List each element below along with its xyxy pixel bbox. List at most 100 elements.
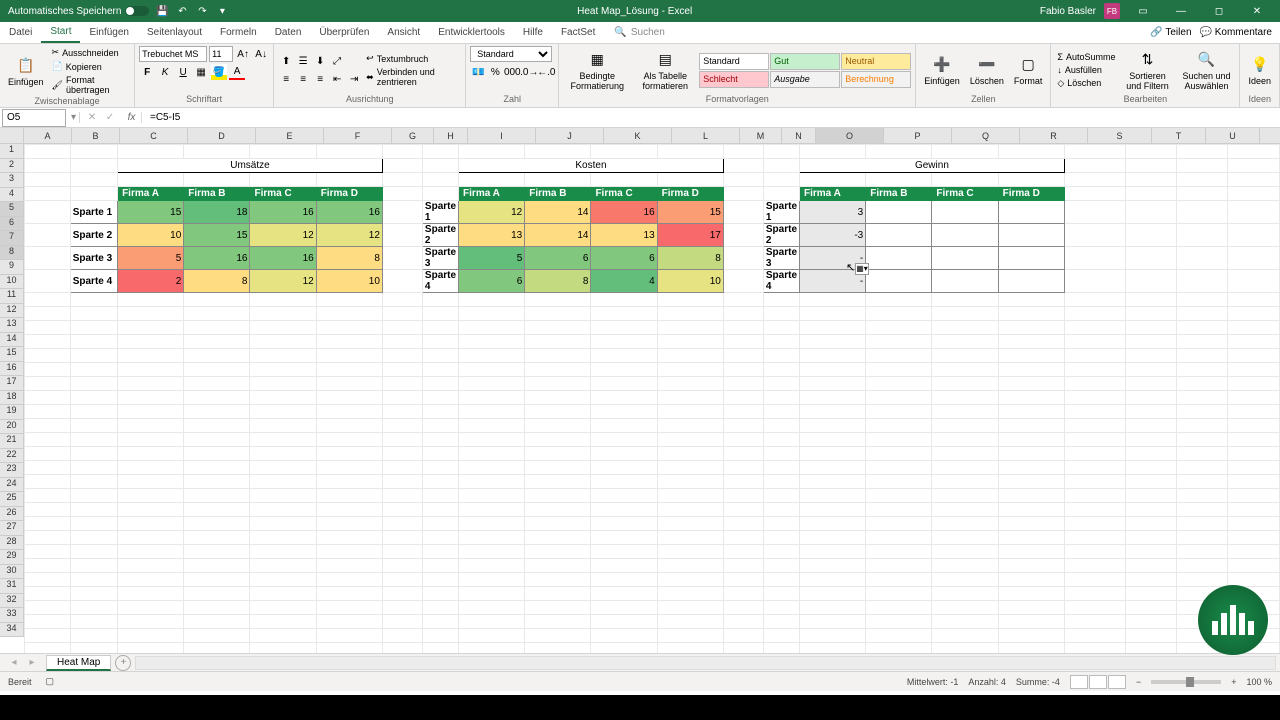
cell-Q12[interactable] (932, 335, 998, 349)
cell-H25[interactable] (422, 517, 458, 531)
cell-H26[interactable] (422, 531, 458, 545)
cell-T34[interactable] (1125, 643, 1176, 654)
cell-V28[interactable] (1228, 559, 1280, 573)
comments-button[interactable]: 💬 Kommentare (1200, 27, 1272, 38)
cell-K32[interactable] (591, 615, 657, 629)
fx-button[interactable]: fx (122, 112, 142, 123)
cell-D6[interactable]: 15 (184, 224, 250, 247)
cell-B33[interactable] (70, 629, 117, 643)
cell-A25[interactable] (25, 517, 71, 531)
cell-N33[interactable] (763, 629, 799, 643)
cell-S28[interactable] (1064, 559, 1125, 573)
cell-J1[interactable] (525, 145, 591, 159)
cell-D24[interactable] (184, 503, 250, 517)
cell-Q28[interactable] (932, 559, 998, 573)
cell-R34[interactable] (998, 643, 1064, 654)
cell-L12[interactable] (657, 335, 723, 349)
cell-P1[interactable] (866, 145, 932, 159)
cell-K6[interactable]: 13 (591, 224, 657, 247)
currency-icon[interactable]: 💶 (470, 64, 486, 80)
cell-M22[interactable] (723, 475, 763, 489)
cell-T26[interactable] (1125, 531, 1176, 545)
cell-E7[interactable]: 16 (250, 247, 316, 270)
cell-L21[interactable] (657, 461, 723, 475)
cell-D10[interactable] (184, 307, 250, 321)
cell-U17[interactable] (1177, 405, 1228, 419)
avatar[interactable]: FB (1104, 3, 1120, 19)
style-schlecht[interactable]: Schlecht (699, 71, 769, 88)
cell-H27[interactable] (422, 545, 458, 559)
cell-A32[interactable] (25, 615, 71, 629)
cell-H12[interactable] (422, 335, 458, 349)
cell-N25[interactable] (763, 517, 799, 531)
cell-D22[interactable] (184, 475, 250, 489)
cell-C6[interactable]: 10 (118, 224, 184, 247)
cell-B9[interactable] (70, 293, 117, 307)
cell-B19[interactable] (70, 433, 117, 447)
cell-V19[interactable] (1228, 433, 1280, 447)
cell-O25[interactable] (800, 517, 866, 531)
cell-Q6[interactable] (932, 224, 998, 247)
cell-K4[interactable]: Firma C (591, 187, 657, 201)
format-table-button[interactable]: ▤Als Tabelle formatieren (633, 48, 697, 93)
cell-O6[interactable]: -3 (800, 224, 866, 247)
cell-O14[interactable] (800, 363, 866, 377)
cell-F34[interactable] (316, 643, 382, 654)
cell-S3[interactable] (1064, 173, 1125, 187)
cell-B23[interactable] (70, 489, 117, 503)
cell-E22[interactable] (250, 475, 316, 489)
cell-O15[interactable] (800, 377, 866, 391)
zoom-slider[interactable] (1151, 680, 1221, 684)
row-header-12[interactable]: 12 (0, 304, 24, 319)
cell-G23[interactable] (382, 489, 422, 503)
cell-L29[interactable] (657, 573, 723, 587)
cell-H10[interactable] (422, 307, 458, 321)
cell-K7[interactable]: 6 (591, 247, 657, 270)
close-button[interactable]: ✕ (1242, 1, 1272, 21)
cell-M20[interactable] (723, 447, 763, 461)
cell-J11[interactable] (525, 321, 591, 335)
cell-T2[interactable] (1125, 159, 1176, 173)
cell-S34[interactable] (1064, 643, 1125, 654)
style-standard[interactable]: Standard (699, 53, 769, 70)
row-header-11[interactable]: 11 (0, 289, 24, 304)
cell-J14[interactable] (525, 363, 591, 377)
cell-E23[interactable] (250, 489, 316, 503)
cell-D31[interactable] (184, 601, 250, 615)
cell-H9[interactable] (422, 293, 458, 307)
col-header-T[interactable]: T (1152, 128, 1206, 144)
cell-T1[interactable] (1125, 145, 1176, 159)
cell-B24[interactable] (70, 503, 117, 517)
cell-E4[interactable]: Firma C (250, 187, 316, 201)
cell-U15[interactable] (1177, 377, 1228, 391)
cell-Q29[interactable] (932, 573, 998, 587)
tab-prev-icon[interactable]: ◂ (6, 655, 22, 671)
cell-R32[interactable] (998, 615, 1064, 629)
cell-E15[interactable] (250, 377, 316, 391)
cell-J32[interactable] (525, 615, 591, 629)
cell-T27[interactable] (1125, 545, 1176, 559)
cell-M5[interactable] (723, 201, 763, 224)
cell-E32[interactable] (250, 615, 316, 629)
cell-A30[interactable] (25, 587, 71, 601)
cell-N2[interactable] (763, 159, 799, 173)
cell-V5[interactable] (1228, 201, 1280, 224)
row-header-34[interactable]: 34 (0, 623, 24, 638)
cell-B1[interactable] (70, 145, 117, 159)
style-neutral[interactable]: Neutral (841, 53, 911, 70)
cell-C10[interactable] (118, 307, 184, 321)
cell-M31[interactable] (723, 601, 763, 615)
autosave-toggle[interactable]: Automatisches Speichern (8, 6, 149, 17)
cell-C2[interactable]: Umsätze (118, 159, 383, 173)
cell-B30[interactable] (70, 587, 117, 601)
cell-G29[interactable] (382, 573, 422, 587)
cell-Q16[interactable] (932, 391, 998, 405)
cell-R33[interactable] (998, 629, 1064, 643)
cell-N7[interactable]: Sparte 3 (763, 247, 799, 270)
cell-L26[interactable] (657, 531, 723, 545)
cell-Q31[interactable] (932, 601, 998, 615)
cell-G2[interactable] (382, 159, 422, 173)
cell-D28[interactable] (184, 559, 250, 573)
cell-G4[interactable] (382, 187, 422, 201)
cell-Q9[interactable] (932, 293, 998, 307)
